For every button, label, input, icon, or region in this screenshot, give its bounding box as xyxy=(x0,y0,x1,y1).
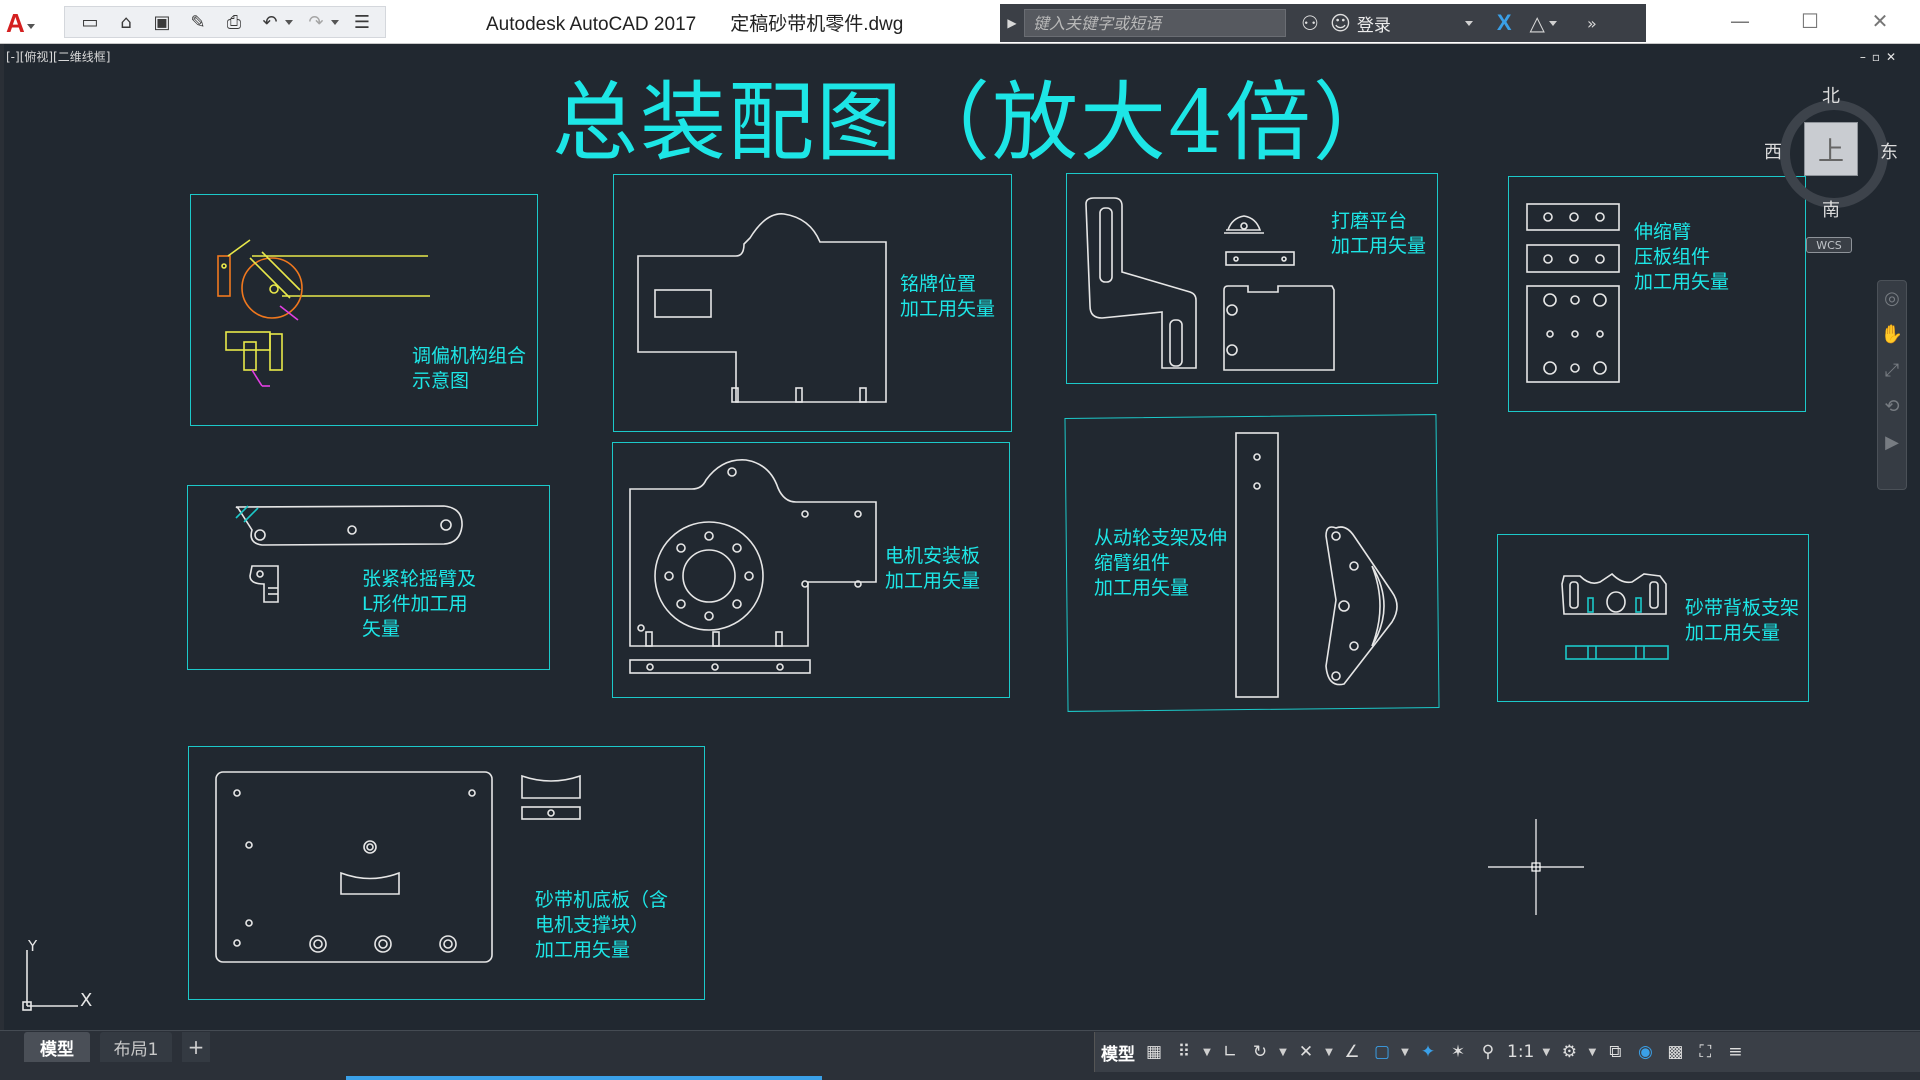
panel-grinding-platform[interactable] xyxy=(1066,173,1438,384)
application-menu-button[interactable]: A xyxy=(6,8,52,38)
units-icon[interactable]: ⧉ xyxy=(1604,1037,1626,1067)
title-bar: A ▭ ⌂ ▣ ✎ ⎙ ↶ ↷ ☰ Autodesk AutoCAD 2017 定… xyxy=(0,0,1920,44)
status-toolbar: 模型 ▦ ⠿ ▼ ∟ ↻ ▼ ✕ ▼ ∠ ▢ ▼ ✦ ✶ ⚲ 1:1 ▼ ⚙ ▼… xyxy=(1094,1032,1920,1072)
chevron-down-icon xyxy=(26,23,35,29)
grid-icon[interactable]: ▦ xyxy=(1143,1037,1165,1067)
object-snap-tracking-icon[interactable]: ∠ xyxy=(1341,1037,1363,1067)
label-grinding-platform: 打磨平台 加工用矢量 xyxy=(1331,210,1427,257)
exchange-apps-icon[interactable]: X xyxy=(1497,10,1512,36)
viewcube-west[interactable]: 西 xyxy=(1764,138,1782,164)
tab-model[interactable]: 模型 xyxy=(24,1032,90,1062)
polar-tracking-icon[interactable]: ↻ xyxy=(1249,1037,1271,1067)
print-icon[interactable]: ⎙ xyxy=(221,9,247,35)
ortho-icon[interactable]: ∟ xyxy=(1219,1037,1241,1067)
zoom-extents-icon[interactable]: ⤢ xyxy=(1878,353,1906,389)
snap-icon[interactable]: ⠿ xyxy=(1173,1037,1195,1067)
overflow-icon[interactable]: » xyxy=(1587,14,1597,33)
chevron-down-icon[interactable] xyxy=(1548,20,1557,26)
chevron-down-icon[interactable] xyxy=(1464,20,1473,26)
chevron-down-icon[interactable]: ▼ xyxy=(1588,1037,1597,1067)
model-space-toggle[interactable]: 模型 xyxy=(1101,1037,1135,1067)
horizontal-scrollbar[interactable] xyxy=(346,1076,822,1080)
chevron-down-icon[interactable]: ▼ xyxy=(1203,1037,1211,1067)
chevron-down-icon[interactable]: ▼ xyxy=(1325,1037,1333,1067)
clean-screen-icon[interactable]: ⛶ xyxy=(1694,1037,1716,1067)
undo-dropdown-icon[interactable] xyxy=(285,19,293,25)
steering-wheel-icon[interactable]: ◎ xyxy=(1878,281,1906,317)
viewcube-north[interactable]: 北 xyxy=(1822,82,1840,108)
label-driven-wheel: 从动轮支架及伸 缩臂组件 加工用矢量 xyxy=(1094,527,1228,599)
add-layout-button[interactable]: + xyxy=(182,1032,210,1062)
app-name: Autodesk AutoCAD 2017 xyxy=(486,14,697,35)
redo-icon[interactable]: ↷ xyxy=(303,9,329,35)
undo-icon[interactable]: ↶ xyxy=(257,9,283,35)
search-input[interactable] xyxy=(1024,9,1286,37)
wcs-menu[interactable]: WCS xyxy=(1806,237,1852,253)
annotation-scale-icon[interactable]: ⚲ xyxy=(1477,1037,1499,1067)
viewcube-south[interactable]: 南 xyxy=(1822,196,1840,222)
customize-toolbar-icon[interactable]: ☰ xyxy=(349,9,375,35)
ucs-x-label: X xyxy=(80,990,93,1011)
customization-menu-icon[interactable]: ≡ xyxy=(1724,1037,1746,1067)
viewport-controls[interactable]: –▫✕ xyxy=(1860,50,1902,64)
showmotion-icon[interactable]: ▶ xyxy=(1878,425,1906,461)
isodraft-icon[interactable]: ✕ xyxy=(1295,1037,1317,1067)
expand-arrow-icon[interactable]: ▶ xyxy=(1000,4,1024,42)
object-snap-icon[interactable]: ▢ xyxy=(1371,1037,1393,1067)
label-nameplate: 铭牌位置 加工用矢量 xyxy=(900,273,996,320)
close-icon[interactable]: ✕ xyxy=(1858,6,1902,36)
save-icon[interactable]: ▣ xyxy=(149,9,175,35)
open-folder-icon[interactable]: ⌂ xyxy=(113,9,139,35)
login-button[interactable]: 登录 xyxy=(1357,11,1465,36)
label-belt-back-plate: 砂带背板支架 加工用矢量 xyxy=(1685,597,1800,644)
navigation-bar: ◎ ✋ ⤢ ⟲ ▶ xyxy=(1877,280,1907,490)
ucs-y-label: Y xyxy=(28,937,38,955)
maximize-icon[interactable]: ☐ xyxy=(1788,6,1832,36)
label-motor-plate: 电机安装板 加工用矢量 xyxy=(885,545,981,592)
label-telescopic-arm: 伸缩臂 压板组件 加工用矢量 xyxy=(1634,221,1730,293)
autocad-logo-icon: A xyxy=(6,8,25,38)
isolate-objects-icon[interactable]: ◉ xyxy=(1634,1037,1656,1067)
binoculars-search-icon[interactable]: ⚇ xyxy=(1292,11,1328,35)
label-base-plate: 砂带机底板（含 电机支撑块） 加工用矢量 xyxy=(535,889,669,961)
viewport-label[interactable]: [-][俯视][二维线框] xyxy=(6,48,110,65)
quick-access-toolbar: ▭ ⌂ ▣ ✎ ⎙ ↶ ↷ ☰ xyxy=(64,6,386,38)
label-tension-arm: 张紧轮摇臂及 L形件加工用 矢量 xyxy=(362,568,477,640)
chevron-down-icon[interactable]: ▼ xyxy=(1542,1037,1551,1067)
pan-hand-icon[interactable]: ✋ xyxy=(1878,317,1906,353)
infocenter: ▶ ⚇ ☺ 登录 X △ » xyxy=(1000,4,1646,42)
workspace-gear-icon[interactable]: ⚙ xyxy=(1558,1037,1580,1067)
annotation-scale-value[interactable]: 1:1 xyxy=(1507,1037,1534,1067)
tab-layout1[interactable]: 布局1 xyxy=(100,1032,172,1062)
auto-scale-icon[interactable]: ✶ xyxy=(1447,1037,1469,1067)
chevron-down-icon[interactable]: ▼ xyxy=(1279,1037,1287,1067)
drawing-title: 总装配图（放大4倍） xyxy=(552,73,1401,173)
minimize-icon[interactable]: — xyxy=(1718,6,1762,36)
new-file-icon[interactable]: ▭ xyxy=(77,9,103,35)
annotation-visibility-icon[interactable]: ✦ xyxy=(1417,1037,1439,1067)
redo-dropdown-icon[interactable] xyxy=(331,19,339,25)
viewcube[interactable]: 上 北 南 东 西 xyxy=(1764,86,1898,221)
chevron-down-icon[interactable]: ▼ xyxy=(1401,1037,1409,1067)
a360-icon[interactable]: △ xyxy=(1530,11,1545,35)
label-adjust-mechanism: 调偏机构组合 示意图 xyxy=(412,345,527,392)
hardware-acceleration-icon[interactable]: ▩ xyxy=(1664,1037,1686,1067)
viewcube-east[interactable]: 东 xyxy=(1880,138,1898,164)
window-title: Autodesk AutoCAD 2017 定稿砂带机零件.dwg xyxy=(486,9,903,36)
user-icon[interactable]: ☺ xyxy=(1330,11,1351,35)
file-name: 定稿砂带机零件.dwg xyxy=(730,14,904,35)
save-as-icon[interactable]: ✎ xyxy=(185,9,211,35)
orbit-icon[interactable]: ⟲ xyxy=(1878,389,1906,425)
viewcube-top-face[interactable]: 上 xyxy=(1804,122,1858,176)
